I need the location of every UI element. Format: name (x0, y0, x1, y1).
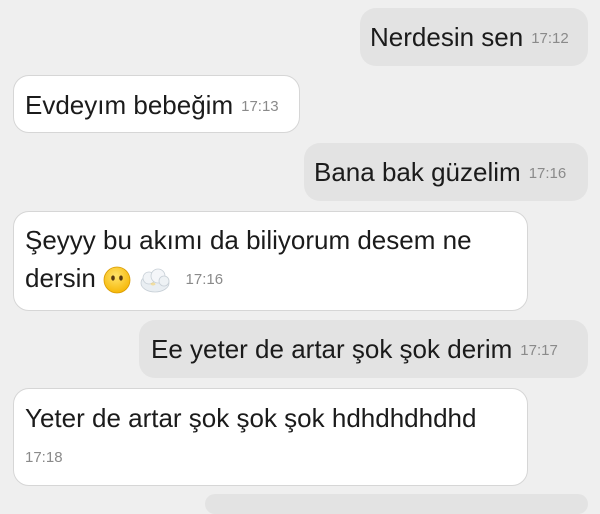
message-time: 17:16 (528, 165, 567, 183)
message-time: 17:13 (241, 98, 279, 116)
face-in-clouds-emoji (140, 266, 170, 294)
message-bubble-outgoing[interactable]: Ee yeter de artar şok şok derim 17:17 (139, 320, 588, 378)
message-time: 17:12 (531, 30, 569, 48)
message-text-line: dersin (25, 263, 96, 293)
message-text: Yeter de artar şok şok şok hdhdhdhdhd (25, 403, 477, 433)
chat-conversation: Nerdesin sen 17:12 Evdeyım bebeğim 17:13 B… (0, 0, 600, 514)
message-text-line: Şeyyy bu akımı da biliyorum desem ne (25, 225, 472, 255)
message-bubble-incoming[interactable]: Şeyyy bu akımı da biliyorum desem ne der… (13, 211, 528, 311)
message-time: 17:18 (25, 449, 63, 466)
message-bubble-outgoing-partial[interactable] (205, 494, 588, 514)
message-bubble-outgoing[interactable]: Bana bak güzelim 17:16 (304, 143, 588, 201)
message-time: 17:17 (520, 342, 558, 360)
message-text: Ee yeter de artar şok şok derim (151, 334, 513, 364)
message-bubble-incoming[interactable]: Evdeyım bebeğim 17:13 (13, 75, 300, 133)
message-text: Bana bak güzelim (314, 157, 521, 187)
no-mouth-face-emoji (103, 266, 131, 294)
message-time: 17:16 (185, 271, 224, 289)
message-bubble-incoming[interactable]: Yeter de artar şok şok şok hdhdhdhdhd 17… (13, 388, 528, 486)
message-text: Nerdesin sen (370, 22, 524, 52)
message-bubble-outgoing[interactable]: Nerdesin sen 17:12 (360, 8, 588, 66)
message-text: Evdeyım bebeğim (25, 90, 234, 120)
